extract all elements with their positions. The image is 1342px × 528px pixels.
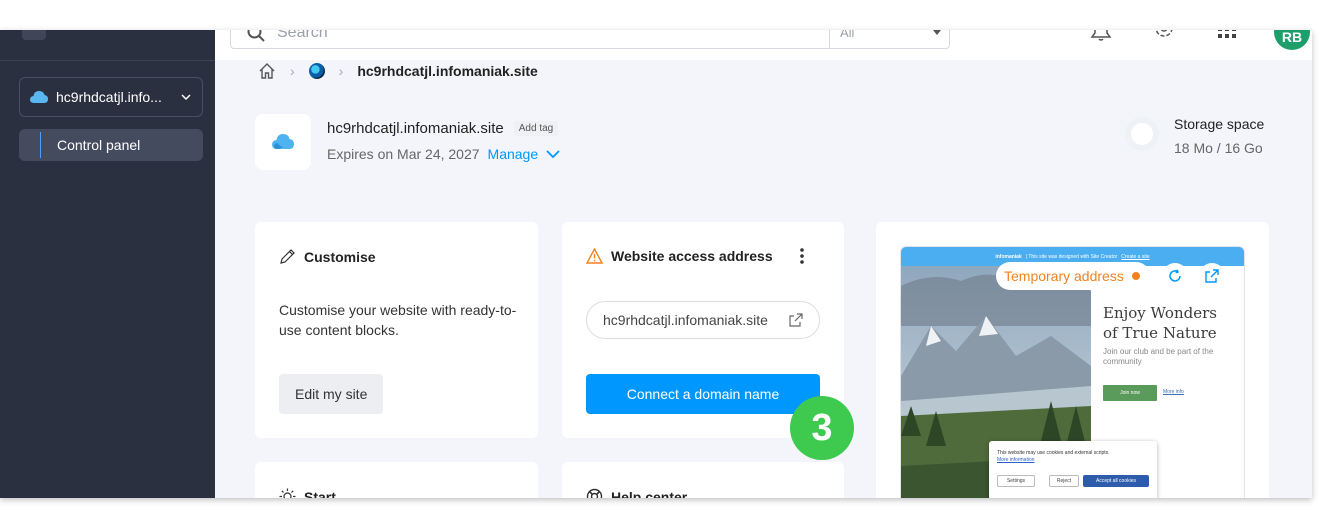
connect-domain-button[interactable]: Connect a domain name	[586, 374, 820, 414]
cookie-accept-button: Accept all cookies	[1083, 475, 1149, 487]
top-bar: Search All RB	[215, 30, 1312, 60]
sun-icon	[279, 488, 296, 498]
storage-usage-ring	[1125, 117, 1159, 151]
temporary-address-badge: Temporary address	[996, 262, 1150, 290]
step-number-badge: 3	[790, 396, 854, 460]
cookie-accept-label: Accept all cookies	[1095, 478, 1137, 484]
cookie-reject-button: Reject	[1049, 475, 1079, 487]
help-center-card: Help center	[562, 462, 844, 498]
sidebar: hc9rhdcatjl.info... Control panel	[0, 30, 215, 498]
card-title: Help center	[586, 488, 687, 498]
cookie-reject-label: Reject	[1056, 478, 1072, 484]
cookie-settings-button: Settings	[997, 475, 1035, 487]
access-title: Website access address	[611, 248, 773, 264]
external-link-icon	[1205, 269, 1219, 283]
status-dot	[1131, 272, 1140, 280]
preview-subtitle: Join our club and be part of the communi…	[1103, 347, 1214, 366]
site-name: hc9rhdcatjl.infomaniak.site	[327, 120, 504, 137]
cookie-text: This website may use cookies and externa…	[997, 450, 1110, 456]
sidebar-item-label: Control panel	[57, 137, 141, 153]
cloud-icon	[272, 134, 294, 149]
home-icon[interactable]	[258, 62, 276, 80]
chevron-down-icon	[546, 150, 560, 159]
preview-join-button: Join now	[1103, 385, 1157, 401]
preview-brand: infomaniak	[995, 253, 1022, 260]
site-selector[interactable]: hc9rhdcatjl.info...	[19, 77, 203, 117]
site-address: hc9rhdcatjl.infomaniak.site	[603, 312, 768, 328]
search-bar: Search All	[230, 30, 950, 49]
manage-label: Manage	[487, 146, 539, 162]
cookie-settings-label: Settings	[1006, 478, 1026, 484]
breadcrumb-current: hc9rhdcatjl.infomaniak.site	[357, 63, 538, 79]
start-card: Start	[255, 462, 538, 498]
card-title: Website access address	[586, 248, 773, 264]
site-address-link[interactable]: hc9rhdcatjl.infomaniak.site	[586, 301, 820, 339]
breadcrumb-separator: ›	[290, 63, 295, 79]
sidebar-divider	[0, 60, 215, 61]
preview-banner-text: | This site was designed with Site Creat…	[1025, 253, 1118, 260]
site-expiry: Expires on Mar 24, 2027 Manage	[327, 146, 560, 162]
gear-icon[interactable]	[1153, 30, 1175, 42]
more-options-icon[interactable]	[800, 248, 804, 264]
expiry-text: Expires on Mar 24, 2027	[327, 146, 480, 162]
storage-title: Storage space	[1174, 116, 1265, 132]
sidebar-collapse-button[interactable]	[22, 30, 46, 40]
search-filter-select[interactable]: All	[829, 30, 949, 48]
search-filter-value: All	[840, 30, 855, 40]
site-logo-tile	[255, 114, 311, 170]
card-title: Customise	[279, 248, 376, 265]
breadcrumb: › › hc9rhdcatjl.infomaniak.site	[258, 60, 538, 82]
add-tag-button[interactable]: Add tag	[513, 121, 559, 136]
preview-cookie-banner: This website may use cookies and externa…	[989, 441, 1157, 498]
cloud-icon	[30, 91, 48, 103]
open-site-button[interactable]	[1199, 263, 1225, 289]
pencil-icon	[280, 249, 295, 264]
refresh-preview-button[interactable]	[1162, 263, 1188, 289]
avatar-initials: RB	[1281, 30, 1303, 45]
customise-title: Customise	[304, 248, 376, 265]
help-title: Help center	[611, 488, 688, 499]
external-link-icon	[789, 313, 803, 327]
customise-card: Customise Customise your website with re…	[255, 222, 538, 438]
apps-grid-icon[interactable]	[1216, 30, 1238, 42]
start-title: Start	[304, 488, 336, 499]
manage-link[interactable]: Manage	[488, 146, 561, 162]
customise-description: Customise your website with ready-to-use…	[279, 302, 517, 338]
temporary-address-label: Temporary address	[1004, 268, 1124, 284]
search-icon	[247, 30, 265, 42]
breadcrumb-separator: ›	[338, 63, 344, 79]
site-title: hc9rhdcatjl.infomaniak.site Add tag	[327, 120, 559, 137]
warning-icon	[586, 248, 603, 264]
site-selector-label: hc9rhdcatjl.info...	[56, 89, 162, 105]
site-creator-icon[interactable]	[308, 63, 325, 79]
sidebar-item-control-panel[interactable]: Control panel	[19, 129, 203, 161]
search-input[interactable]: Search	[277, 30, 829, 42]
refresh-icon	[1169, 269, 1181, 282]
edit-site-button[interactable]: Edit my site	[279, 374, 384, 414]
cookie-link: More information	[997, 457, 1035, 463]
preview-banner-link: Create a site	[1121, 253, 1150, 260]
caret-down-icon	[933, 30, 941, 35]
user-avatar[interactable]: RB	[1274, 30, 1310, 50]
lifebuoy-icon	[586, 488, 603, 498]
storage-value: 18 Mo / 16 Go	[1174, 140, 1263, 156]
preview-heading: Enjoy Wonders of True Nature	[1103, 304, 1217, 342]
preview-more-link: More info	[1163, 389, 1184, 395]
card-title: Start	[279, 488, 336, 498]
chevron-down-icon	[181, 94, 191, 101]
app-window: hc9rhdcatjl.info... Control panel Search…	[0, 30, 1312, 498]
bell-icon[interactable]	[1090, 30, 1112, 42]
